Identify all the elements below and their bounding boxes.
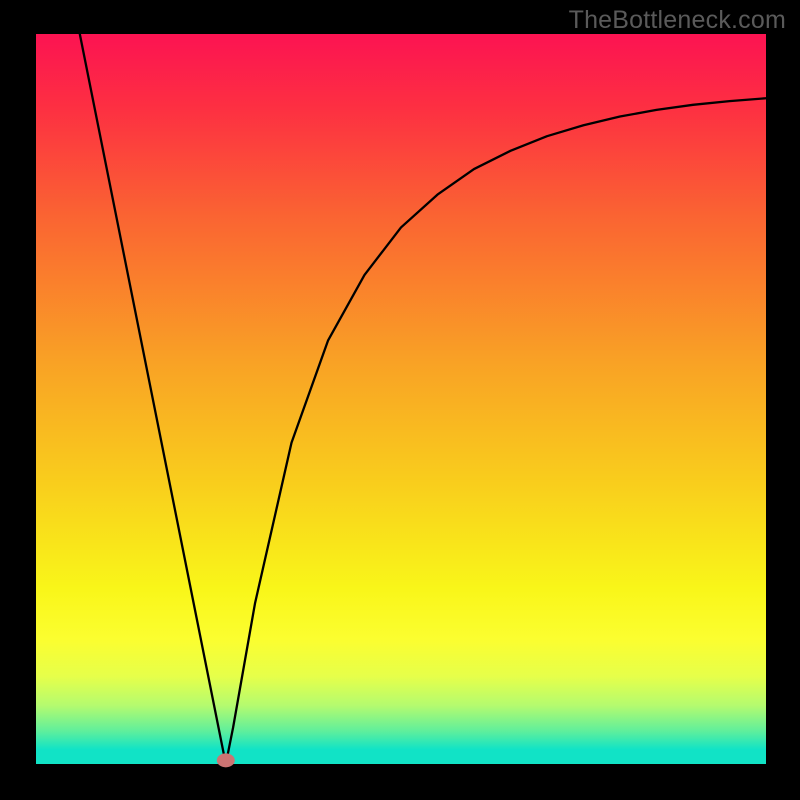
plot-background xyxy=(36,34,766,764)
chart-svg xyxy=(0,0,800,800)
watermark-text: TheBottleneck.com xyxy=(569,6,786,35)
bottleneck-chart: TheBottleneck.com xyxy=(0,0,800,800)
min-marker xyxy=(217,753,235,767)
